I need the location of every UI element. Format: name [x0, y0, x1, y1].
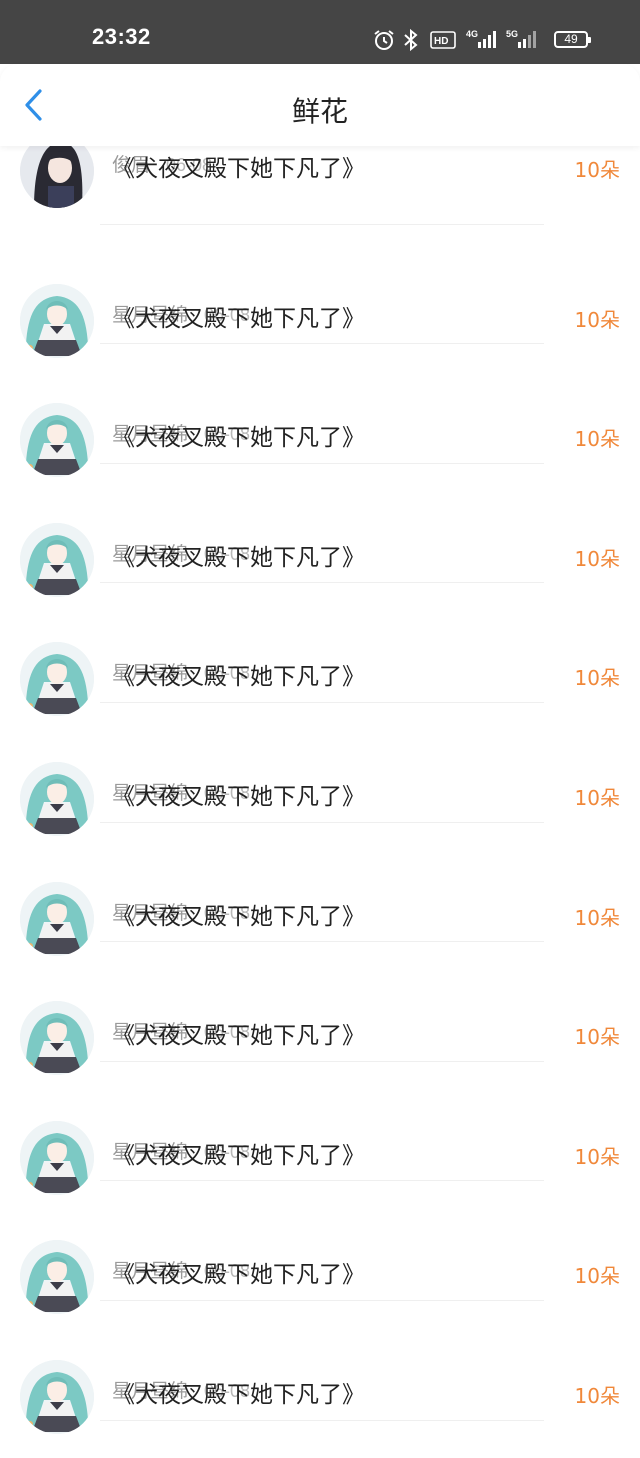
status-bar: 23:32 HD 4G 5G 49: [0, 0, 640, 64]
list-item[interactable]: 星月昼绵 06-08 《犬夜叉殿下她下凡了》 10朵: [0, 620, 640, 740]
flower-count: 10朵: [574, 158, 620, 182]
book-title[interactable]: 《犬夜叉殿下她下凡了》: [112, 897, 365, 931]
list-item[interactable]: 星月昼绵 06-08 《犬夜叉殿下她下凡了》 10朵: [0, 1099, 640, 1219]
row-divider: [100, 1299, 544, 1301]
status-time: 23:32: [92, 24, 151, 49]
book-title[interactable]: 《犬夜叉殿下她下凡了》: [112, 149, 365, 183]
book-title[interactable]: 《犬夜叉殿下她下凡了》: [112, 1255, 365, 1289]
avatar[interactable]: [20, 762, 94, 836]
avatar[interactable]: [20, 283, 94, 358]
book-title[interactable]: 《犬夜叉殿下她下凡了》: [112, 1016, 365, 1050]
avatar[interactable]: [20, 403, 94, 478]
list-item[interactable]: 星月昼绵 06-08 《犬夜叉殿下她下凡了》 10朵: [0, 1218, 640, 1338]
flower-count: 10朵: [574, 1384, 620, 1408]
avatar[interactable]: [20, 1001, 94, 1076]
row-divider: [100, 1060, 544, 1062]
flower-count: 10朵: [574, 905, 620, 930]
flower-count: 10朵: [574, 1264, 620, 1289]
page-title: 鲜花: [291, 95, 348, 128]
list-item[interactable]: 星月昼绵 06-08 《犬夜叉殿下她下凡了》 10朵: [0, 740, 640, 860]
list-item[interactable]: 星月昼绵 06-08 《犬夜叉殿下她下凡了》 10朵: [0, 501, 640, 621]
avatar[interactable]: [20, 522, 94, 597]
book-title[interactable]: 《犬夜叉殿下她下凡了》: [112, 777, 365, 811]
flower-count: 10朵: [574, 427, 620, 452]
avatar[interactable]: [20, 1360, 94, 1434]
row-divider: [100, 1180, 544, 1182]
battery-icon: 49: [554, 31, 591, 48]
row-divider: [100, 701, 544, 703]
flower-count: 10朵: [574, 307, 620, 332]
avatar[interactable]: [20, 1120, 94, 1195]
flower-count: 10朵: [574, 1025, 620, 1050]
book-title[interactable]: 《犬夜叉殿下她下凡了》: [112, 1136, 365, 1170]
page-header: 鲜花: [0, 64, 640, 146]
svg-text:4G: 4G: [466, 29, 478, 39]
flower-count: 10朵: [574, 546, 620, 571]
list-item[interactable]: 俊眉 06-08 《犬夜叉殿下她下凡了》 10朵: [0, 134, 640, 262]
svg-text:HD: HD: [434, 36, 448, 47]
row-divider: [100, 821, 544, 823]
alarm-icon: [374, 30, 394, 50]
list-item[interactable]: 星月昼绵 06-08 《犬夜叉殿下她下凡了》 10朵: [0, 979, 640, 1099]
list-item[interactable]: 星月昼绵 06-08 《犬夜叉殿下她下凡了》 10朵: [0, 262, 640, 382]
row-divider: [100, 343, 544, 345]
row-divider: [100, 462, 544, 464]
row-divider: [100, 1419, 544, 1421]
book-title[interactable]: 《犬夜叉殿下她下凡了》: [112, 418, 365, 452]
row-divider: [100, 582, 544, 584]
signal-5g-icon: 5G: [506, 29, 536, 48]
book-title[interactable]: 《犬夜叉殿下她下凡了》: [112, 657, 365, 691]
flower-count: 10朵: [574, 1144, 620, 1169]
book-title[interactable]: 《犬夜叉殿下她下凡了》: [112, 538, 365, 572]
list-item[interactable]: 星月昼绵 06-08 《犬夜叉殿下她下凡了》 10朵: [0, 1338, 640, 1458]
signal-4g-icon: 4G: [466, 29, 496, 48]
book-title[interactable]: 《犬夜叉殿下她下凡了》: [112, 299, 365, 333]
bluetooth-icon: [404, 28, 418, 52]
book-title[interactable]: 《犬夜叉殿下她下凡了》: [112, 1375, 365, 1409]
list-item[interactable]: 星月昼绵 06-08 《犬夜叉殿下她下凡了》 10朵: [0, 860, 640, 980]
avatar[interactable]: [20, 1240, 94, 1315]
avatar[interactable]: [20, 642, 94, 717]
flower-count: 10朵: [574, 786, 620, 810]
avatar[interactable]: [20, 881, 94, 956]
list-item[interactable]: 星月昼绵 06-08 《犬夜叉殿下她下凡了》 10朵: [0, 381, 640, 501]
svg-text:5G: 5G: [506, 29, 518, 39]
row-divider: [100, 223, 544, 225]
row-divider: [100, 941, 544, 943]
hd-icon: HD: [430, 31, 456, 49]
flower-count: 10朵: [574, 666, 620, 691]
